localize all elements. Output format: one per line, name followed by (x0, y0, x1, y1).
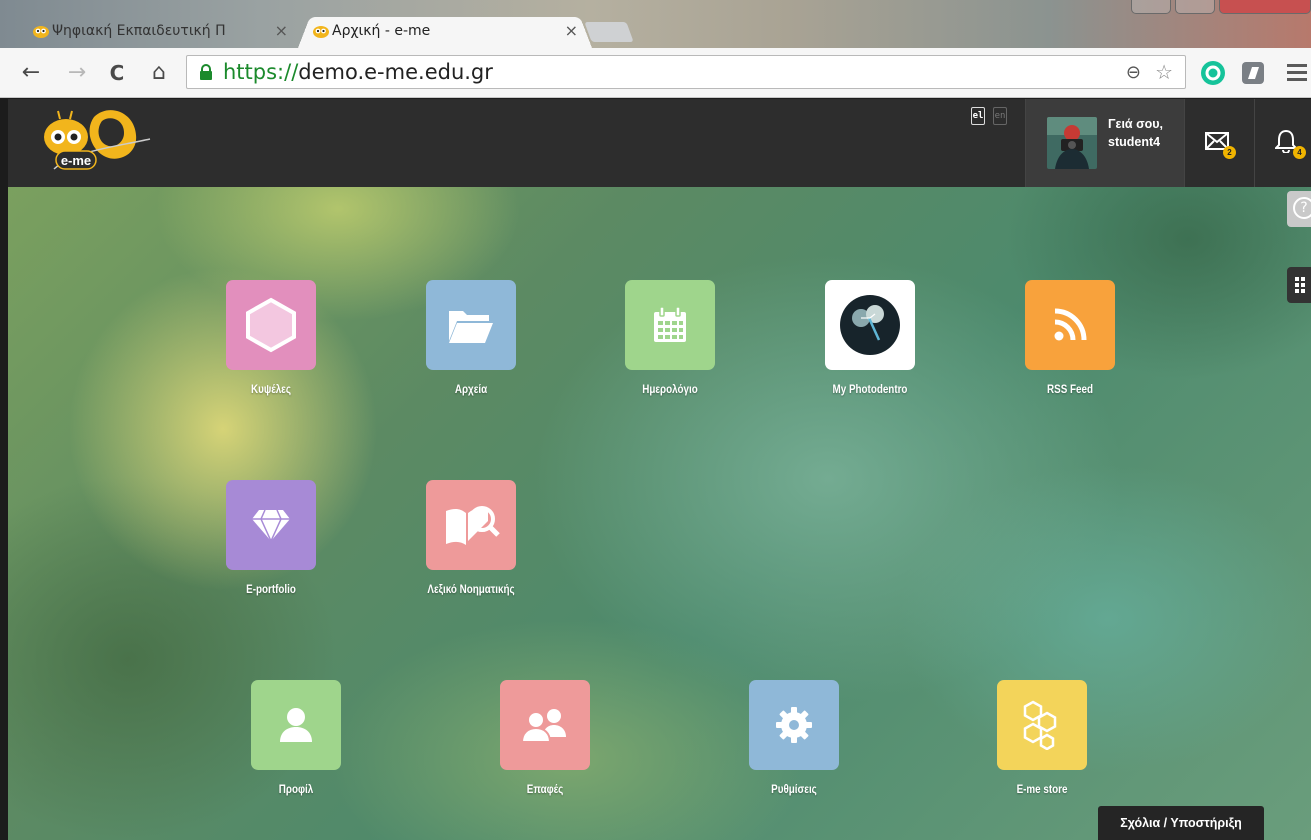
bookmark-star-icon[interactable]: ☆ (1155, 60, 1173, 84)
tab-close-icon[interactable]: × (565, 14, 578, 48)
app-tile-calendar[interactable]: Ημερολόγιο (590, 280, 750, 396)
app-label: E-portfolio (246, 582, 296, 596)
browser-menu-icon[interactable] (1287, 60, 1307, 86)
greeting-text: Γειά σου, (1108, 117, 1164, 131)
reload-button[interactable]: C (104, 58, 130, 88)
app-label: Επαφές (526, 782, 564, 796)
folder-icon (449, 311, 493, 343)
book-search-icon (446, 506, 500, 545)
username: student4 (1108, 135, 1161, 149)
maximize-button[interactable] (1175, 0, 1215, 14)
user-icon (280, 708, 312, 742)
app-header: e-me el en Γειά σου, student4 2 4 (8, 99, 1311, 187)
avatar (1047, 117, 1097, 169)
zoom-icon[interactable]: ⊖ (1126, 62, 1141, 83)
app-label: Κυψέλες (251, 382, 291, 396)
tab-title: Ψηφιακή Εκπαιδευτική Π (52, 23, 226, 39)
url-host: demo.e-me.edu.gr (298, 60, 493, 84)
logo-text: e-me (61, 153, 91, 168)
app-label: Ημερολόγιο (642, 382, 698, 396)
app-icon-box (226, 480, 316, 570)
rss-icon (1054, 308, 1087, 341)
app-icon-box (500, 680, 590, 770)
app-tile-sign-language-dictionary[interactable]: Λεξικό Νοηματικής (391, 480, 551, 596)
hexagon-icon (246, 297, 296, 353)
grammarly-extension-icon[interactable] (1200, 60, 1226, 86)
extension-icon[interactable] (1240, 60, 1266, 86)
close-window-button[interactable] (1219, 0, 1311, 14)
forward-button[interactable]: → (64, 58, 90, 88)
app-label: Ρυθμίσεις (771, 782, 817, 796)
diamond-icon (252, 509, 290, 542)
url-scheme: https:// (223, 60, 299, 84)
grid-icon (1295, 277, 1305, 293)
back-button[interactable]: ← (18, 58, 44, 88)
home-button[interactable]: ⌂ (146, 58, 172, 88)
address-bar[interactable]: https://demo.e-me.edu.gr ⊖ ☆ (186, 55, 1186, 89)
app-tile-files[interactable]: Αρχεία (391, 280, 551, 396)
app-icon-box (825, 280, 915, 370)
gear-icon (776, 707, 812, 743)
notifications-count-badge: 4 (1293, 146, 1306, 159)
language-en-button[interactable]: en (993, 107, 1007, 125)
browser-tab-digital-school[interactable]: Ψηφιακή Εκπαιδευτική Π × (18, 14, 302, 48)
language-el-button[interactable]: el (971, 107, 985, 125)
honeycomb-icon (1023, 700, 1057, 750)
app-label: Λεξικό Νοηματικής (427, 582, 515, 596)
browser-tabstrip: Ψηφιακή Εκπαιδευτική Π × Αρχική - e-me × (0, 0, 1311, 48)
app-icon-box (1025, 280, 1115, 370)
photodentro-icon (840, 295, 900, 355)
apps-grid-button[interactable] (1287, 267, 1311, 303)
app-label: Προφίλ (278, 782, 314, 796)
app-label: E-me store (1016, 782, 1068, 796)
bee-favicon-icon (33, 26, 49, 38)
window-controls (1111, 0, 1311, 14)
app-icon-box (749, 680, 839, 770)
minimize-button[interactable] (1131, 0, 1171, 14)
feedback-support-button[interactable]: Σχόλια / Υποστήριξη (1098, 806, 1264, 840)
app-tile-hives[interactable]: Κυψέλες (191, 280, 351, 396)
bee-favicon-icon (313, 26, 329, 38)
app-tile-e-me-store[interactable]: E-me store (962, 680, 1122, 796)
app-tile-settings[interactable]: Ρυθμίσεις (714, 680, 874, 796)
notifications-button[interactable]: 4 (1254, 99, 1311, 187)
lock-icon (200, 64, 212, 80)
app-tile-profile[interactable]: Προφίλ (216, 680, 376, 796)
app-icon-box (226, 280, 316, 370)
app-icon-box (426, 280, 516, 370)
app-label: RSS Feed (1047, 382, 1093, 396)
app-icon-box (997, 680, 1087, 770)
e-me-logo[interactable]: e-me (40, 107, 152, 177)
url-text: https://demo.e-me.edu.gr (223, 56, 493, 88)
app-icon-box (251, 680, 341, 770)
app-area: e-me el en Γειά σου, student4 2 4 ? Κυψέ… (8, 99, 1311, 840)
app-tile-contacts[interactable]: Επαφές (465, 680, 625, 796)
tab-title: Αρχική - e-me (332, 23, 431, 39)
app-label: My Photodentro (832, 382, 908, 396)
calendar-icon (654, 306, 686, 342)
app-tile-e-portfolio[interactable]: E-portfolio (191, 480, 351, 596)
browser-toolbar: ← → C ⌂ https://demo.e-me.edu.gr ⊖ ☆ (0, 48, 1311, 98)
app-icon-box (625, 280, 715, 370)
messages-button[interactable]: 2 (1184, 99, 1254, 187)
tab-close-icon[interactable]: × (275, 14, 288, 48)
help-icon: ? (1293, 197, 1311, 219)
app-icon-box (426, 480, 516, 570)
contacts-icon (521, 709, 566, 743)
messages-count-badge: 2 (1223, 146, 1236, 159)
app-label: Αρχεία (454, 382, 488, 396)
user-greeting: Γειά σου, student4 (1108, 115, 1180, 151)
app-tile-my-photodentro[interactable]: My Photodentro (790, 280, 950, 396)
help-button[interactable]: ? (1287, 191, 1311, 227)
user-menu[interactable]: Γειά σου, student4 (1025, 99, 1184, 187)
app-tile-rss-feed[interactable]: RSS Feed (990, 280, 1150, 396)
browser-tab-e-me-home[interactable]: Αρχική - e-me × (298, 14, 592, 48)
